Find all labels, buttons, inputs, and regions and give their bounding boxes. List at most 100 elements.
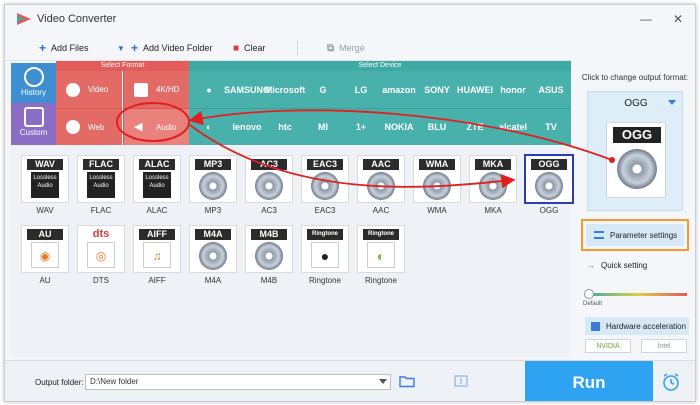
- device-brand-1[interactable]: SAMSUNG: [224, 71, 270, 108]
- clear-button[interactable]: ■ Clear: [233, 41, 266, 55]
- disc-icon: [311, 172, 339, 200]
- add-video-folder-label: Add Video Folder: [143, 43, 213, 53]
- history-label: History: [21, 88, 46, 97]
- format-tile-wav[interactable]: WAV Lossless Audio WAV: [21, 155, 69, 217]
- quality-slider[interactable]: [584, 289, 687, 299]
- device-brand-2[interactable]: Microsoft: [265, 71, 306, 108]
- merge-icon: ⧉: [327, 42, 335, 54]
- device-brand-14[interactable]: 1+: [342, 108, 380, 145]
- format-video[interactable]: Video: [56, 71, 122, 108]
- format-tile-m4b[interactable]: M4B M4B: [245, 225, 293, 287]
- device-brand-19[interactable]: TV: [532, 108, 570, 145]
- slider-thumb[interactable]: [584, 289, 594, 299]
- format-tile-wma[interactable]: WMA WMA: [413, 155, 461, 217]
- device-brand-7[interactable]: HUAWEI: [456, 71, 494, 108]
- device-grid: ● SAMSUNG Microsoft G LG amazon SONY HUAWEI hono…: [189, 71, 571, 145]
- toolbar: + Add Files ▼ + Add Video Folder ■ Clear…: [5, 35, 571, 61]
- output-folder-input[interactable]: D:\New folder: [85, 374, 391, 390]
- device-brand-17[interactable]: ZTE: [456, 108, 494, 145]
- chevron-down-icon[interactable]: [379, 379, 387, 384]
- title-bar: Video Converter — ✕: [5, 5, 695, 33]
- format-tile-eac3[interactable]: EAC3 EAC3: [301, 155, 349, 217]
- minimize-button[interactable]: —: [637, 11, 655, 27]
- intel-label: Intel: [657, 342, 671, 350]
- format-label: AAC: [372, 206, 390, 215]
- browse-folder-icon[interactable]: [399, 374, 415, 388]
- format-tile-mp3[interactable]: MP3 MP3: [189, 155, 237, 217]
- disc-icon: [199, 242, 227, 270]
- format-label: OGG: [539, 206, 559, 215]
- apple-icon: ●: [311, 242, 339, 268]
- format-tile-flac[interactable]: FLAC Lossless Audio FLAC: [77, 155, 125, 217]
- format-tag: EAC3: [307, 159, 343, 170]
- format-tile-aiff[interactable]: AIFF ♫ AIFF: [133, 225, 181, 287]
- disc-icon: [423, 172, 451, 200]
- format-tile-alac[interactable]: ALAC Lossless Audio ALAC: [133, 155, 181, 217]
- format-4k-hd[interactable]: 4K/HD: [123, 71, 189, 108]
- add-files-button[interactable]: + Add Files: [39, 41, 89, 55]
- history-button[interactable]: History: [11, 63, 56, 103]
- device-brand-4[interactable]: LG: [342, 71, 380, 108]
- output-folder-value: D:\New folder: [90, 377, 139, 386]
- sliders-icon: [594, 231, 604, 239]
- device-brand-13[interactable]: MI: [304, 108, 342, 145]
- format-tile-aac[interactable]: AAC AAC: [357, 155, 405, 217]
- device-brand-3[interactable]: G: [304, 71, 342, 108]
- format-label: M4A: [204, 276, 222, 285]
- format-tile-ringtone[interactable]: Ringtone ● Ringtone: [301, 225, 349, 287]
- device-brand-8[interactable]: honor: [494, 71, 532, 108]
- output-format-tag: OGG: [613, 127, 661, 143]
- trash-icon: ■: [233, 42, 240, 54]
- format-tag: WMA: [419, 159, 455, 170]
- device-brand-12[interactable]: htc: [266, 108, 304, 145]
- format-tag: AAC: [363, 159, 399, 170]
- format-tile-mka[interactable]: MKA MKA: [469, 155, 517, 217]
- hardware-acceleration-toggle[interactable]: Hardware acceleration: [585, 317, 689, 335]
- format-label: Ringtone: [308, 276, 342, 285]
- device-brand-5[interactable]: amazon: [380, 71, 418, 108]
- format-tag: MP3: [195, 159, 231, 170]
- device-brand-15[interactable]: NOKIA: [380, 108, 418, 145]
- output-folder-label: Output folder:: [35, 378, 84, 387]
- custom-button[interactable]: Custom: [11, 103, 56, 145]
- format-tile-ogg[interactable]: OGG OGG: [524, 154, 574, 217]
- format-label: MKA: [484, 206, 502, 215]
- device-brand-18[interactable]: alcatel: [494, 108, 532, 145]
- format-web[interactable]: Web: [56, 108, 122, 145]
- device-brand-11[interactable]: lenovo: [228, 108, 266, 145]
- run-button[interactable]: Run: [525, 361, 653, 401]
- nvidia-badge[interactable]: NVIDIA: [585, 339, 631, 353]
- format-tag: MKA: [475, 159, 511, 170]
- aiff-logo-icon: ♫: [143, 242, 171, 268]
- dts-logo-icon: ◎: [87, 242, 115, 268]
- format-tile-au[interactable]: AU ◉ AU: [21, 225, 69, 287]
- device-brand-16[interactable]: BLU: [418, 108, 456, 145]
- format-tag: Ringtone: [307, 229, 343, 240]
- format-audio[interactable]: ◀ Audio: [123, 108, 189, 145]
- add-video-folder-button[interactable]: + Add Video Folder: [131, 41, 212, 55]
- close-button[interactable]: ✕: [669, 11, 687, 27]
- intel-badge[interactable]: Intel: [641, 339, 687, 353]
- alarm-clock-icon[interactable]: [661, 372, 681, 392]
- format-tile-ac3[interactable]: AC3 AC3: [245, 155, 293, 217]
- merge-button[interactable]: ⧉ Merge: [327, 41, 365, 55]
- nvidia-label: NVIDIA: [596, 342, 620, 350]
- format-tile-m4a[interactable]: M4A M4A: [189, 225, 237, 287]
- output-format-selector[interactable]: OGG OGG: [587, 91, 683, 211]
- device-brand-6[interactable]: SONY: [418, 71, 456, 108]
- chrome-icon: [66, 120, 80, 134]
- apple-icon[interactable]: ●: [190, 71, 228, 108]
- speaker-icon: ◀: [134, 121, 143, 133]
- open-folder-icon[interactable]: [453, 374, 469, 388]
- format-label: EAC3: [314, 206, 336, 215]
- add-files-dropdown[interactable]: ▼: [117, 41, 130, 55]
- android-icon[interactable]: ◐: [190, 108, 228, 145]
- device-brand-9[interactable]: ASUS: [532, 71, 570, 108]
- format-label: FLAC: [90, 206, 112, 215]
- format-tag: OGG: [531, 159, 567, 170]
- format-tile-ringtone[interactable]: Ringtone ◐ Ringtone: [357, 225, 405, 287]
- bottom-bar: Output folder: D:\New folder Run: [5, 360, 695, 401]
- format-label: M4B: [260, 276, 278, 285]
- format-tile-dts[interactable]: dts ◎ DTS: [77, 225, 125, 287]
- parameter-settings-button[interactable]: Parameter settings: [586, 224, 684, 246]
